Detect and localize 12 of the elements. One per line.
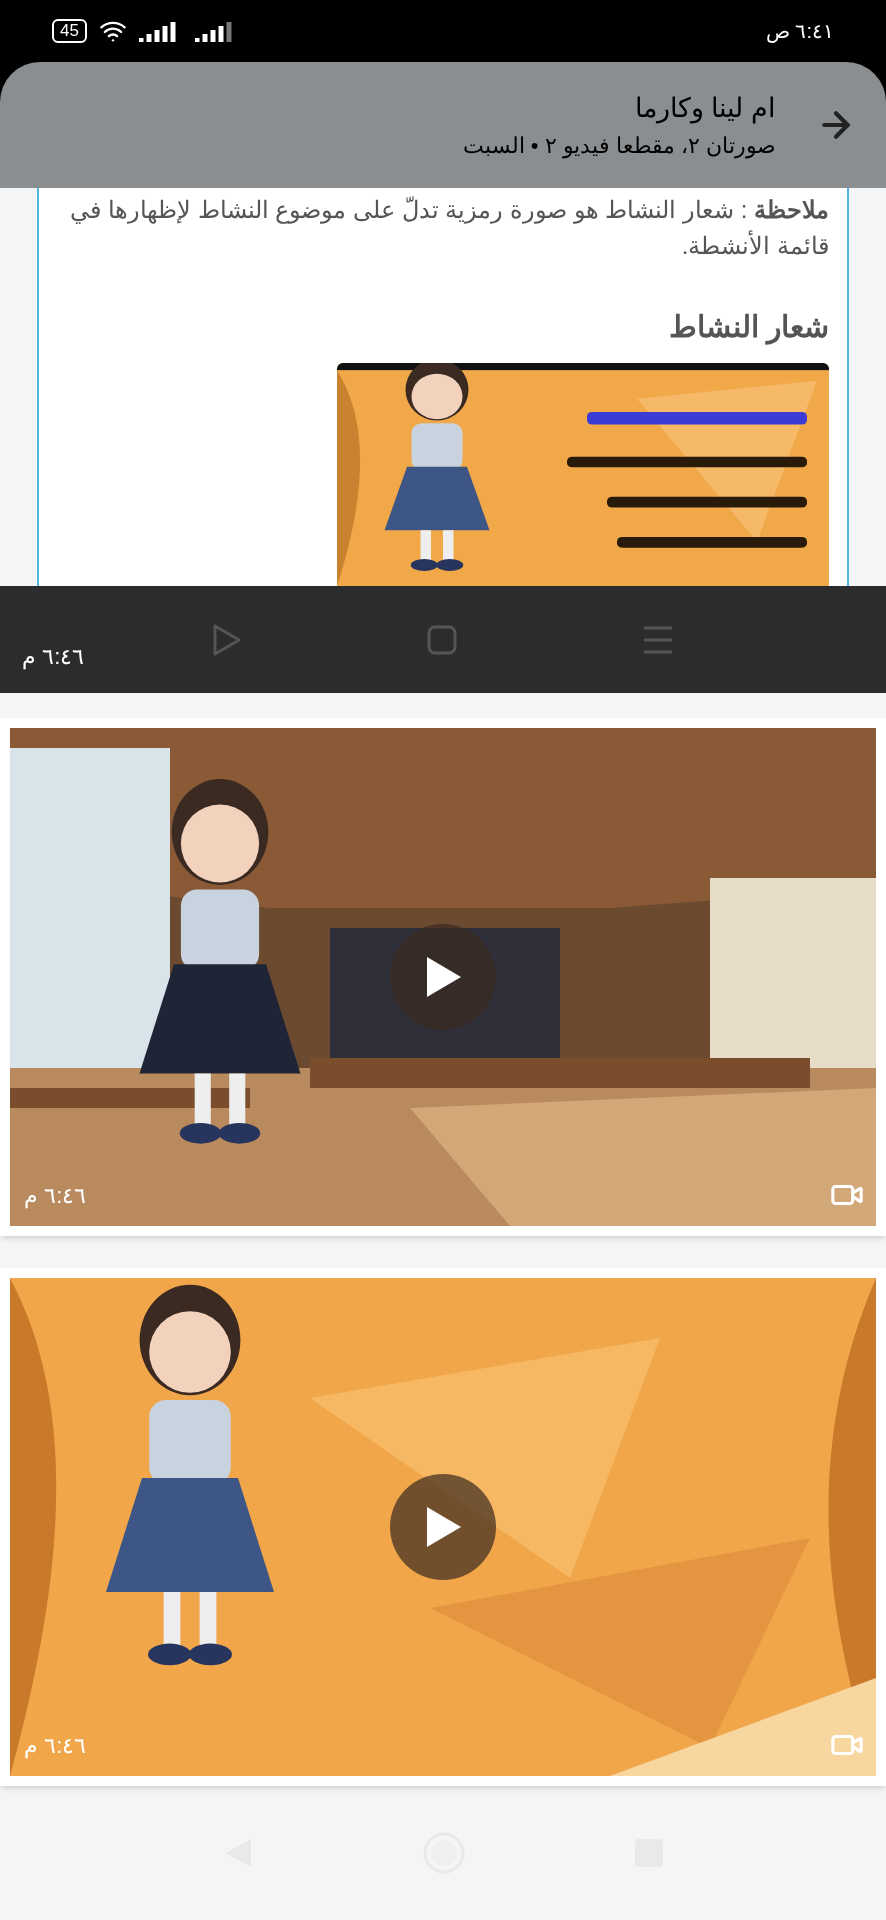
clock: ٦:٤١ ص bbox=[765, 19, 834, 45]
media-summary: صورتان ٢، مقطعا فيديو ٢ • السبت bbox=[462, 131, 776, 161]
note-text: ملاحظة : شعار النشاط هو صورة رمزية تدلّ على موضوع النشاط لإظهارها في قائمة الأنشطة. bbox=[69, 195, 829, 261]
timestamp: ٦:٤٦ م bbox=[24, 1182, 87, 1211]
play-icon[interactable] bbox=[212, 622, 243, 657]
timestamp: ٦:٤٦ م bbox=[24, 1732, 87, 1761]
square-icon[interactable] bbox=[427, 624, 457, 655]
section-heading: شعار النشاط bbox=[667, 309, 829, 347]
chat-title: ام لينا وكارما bbox=[634, 92, 776, 126]
battery-icon: 45 bbox=[52, 19, 87, 43]
timestamp: ٦:٤٦ م bbox=[22, 643, 85, 672]
menu-icon[interactable] bbox=[641, 624, 674, 655]
